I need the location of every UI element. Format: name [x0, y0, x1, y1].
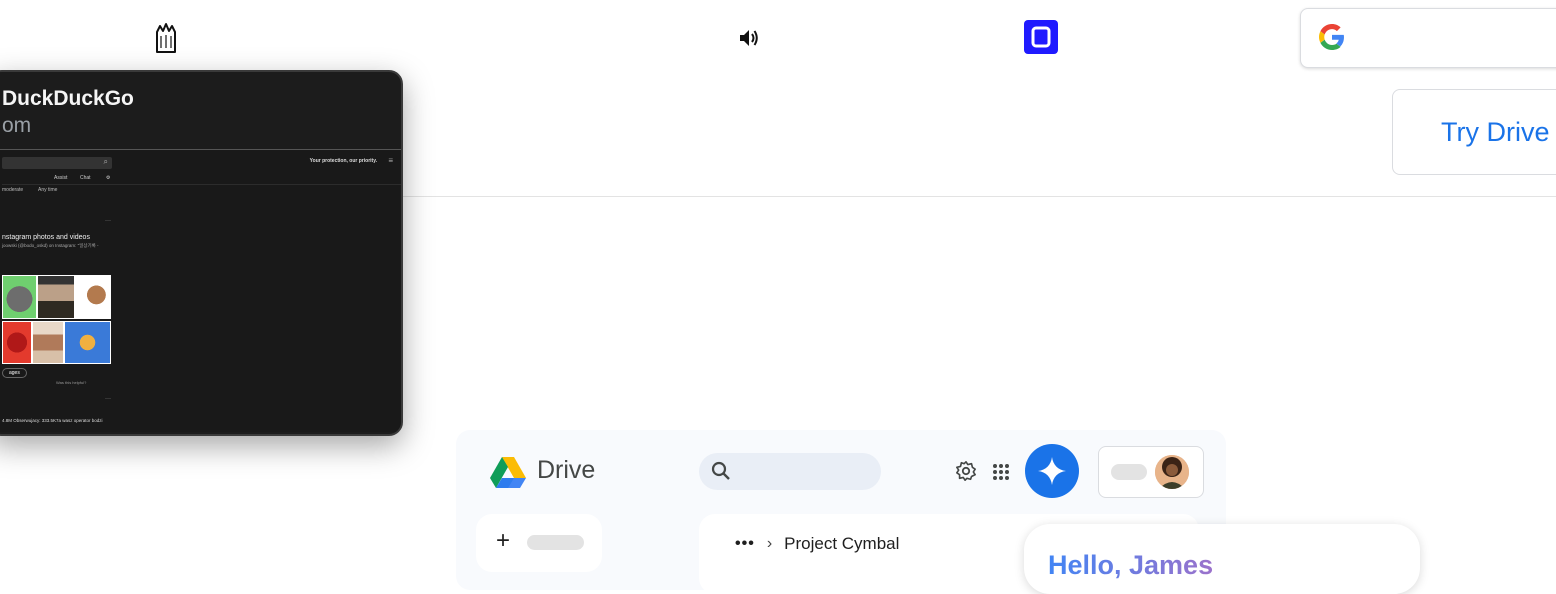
image-thumbnail: [37, 275, 75, 319]
menu-icon: ≡: [388, 156, 393, 165]
search-icon: ⌕: [103, 157, 108, 166]
new-button[interactable]: +: [476, 514, 602, 572]
gemini-greeting-card: Hello, James: [1024, 524, 1420, 594]
account-name-placeholder: [1111, 464, 1147, 480]
ddg-search-bar: ⌕: [2, 157, 112, 169]
drive-logo-icon: [490, 456, 526, 493]
google-logo-icon: [1319, 24, 1345, 55]
try-drive-button[interactable]: Try Drive: [1392, 89, 1556, 175]
plus-icon: +: [496, 527, 511, 554]
breadcrumb: ••• › Project Cymbal: [735, 534, 899, 554]
breadcrumb-current[interactable]: Project Cymbal: [784, 534, 899, 554]
search-icon: [711, 461, 731, 486]
drive-app-name: Drive: [537, 456, 596, 484]
app-icon[interactable]: [150, 20, 182, 56]
greeting-text: Hello, James: [1048, 550, 1214, 580]
image-thumbnail: [2, 275, 37, 319]
image-thumbnail: [64, 321, 111, 364]
square-app-icon[interactable]: [1024, 20, 1058, 54]
gear-icon[interactable]: [955, 460, 977, 487]
ddg-images-link: ages: [2, 368, 27, 378]
apps-grid-icon[interactable]: [992, 463, 1010, 486]
settings-icon: ⚙: [106, 175, 111, 181]
speaker-icon[interactable]: [734, 24, 764, 52]
image-thumbnail: [32, 321, 64, 364]
ddg-chat-label: Chat: [80, 175, 91, 181]
ddg-result-snippet: 4.8M Obserwujacy: 333.5K7a wasz operator…: [2, 418, 103, 423]
avatar: [1155, 455, 1189, 489]
more-icon: ···: [105, 218, 111, 224]
gemini-button[interactable]: [1025, 444, 1079, 498]
preview-thumbnail: ⌕ Your protection, our priority. ≡ Assis…: [0, 150, 401, 432]
ddg-safe-filter: moderate: [2, 187, 24, 193]
preview-title: DuckDuckGo: [2, 87, 134, 110]
ddg-result-title: nstagram photos and videos: [2, 234, 90, 241]
image-thumbnail: [75, 275, 111, 319]
ddg-result-subtitle: joowski (@bodo_oskd) on Instagram: "일상기록…: [2, 243, 99, 248]
duckduckgo-preview-window[interactable]: DuckDuckGo om ⌕ Your protection, our pri…: [0, 70, 403, 436]
more-icon: ···: [105, 396, 111, 402]
preview-url: om: [2, 114, 32, 137]
ddg-protection-text: Your protection, our priority.: [309, 158, 377, 164]
image-thumbnail: [2, 321, 32, 364]
chevron-right-icon: ›: [766, 535, 773, 552]
new-label-placeholder: [527, 535, 584, 550]
more-icon[interactable]: •••: [735, 535, 755, 553]
sparkle-icon: [1038, 457, 1066, 485]
account-switcher[interactable]: [1098, 446, 1204, 498]
preview-header: DuckDuckGo om: [0, 72, 401, 150]
drive-search-input[interactable]: [699, 453, 881, 490]
ddg-helpful-text: Was this helpful?: [56, 380, 87, 385]
ddg-assist-label: Assist: [54, 175, 68, 181]
google-search-box[interactable]: [1300, 8, 1556, 68]
ddg-time-filter: Any time: [38, 187, 58, 193]
ddg-tabs-row: Assist Chat ⚙: [2, 174, 401, 185]
